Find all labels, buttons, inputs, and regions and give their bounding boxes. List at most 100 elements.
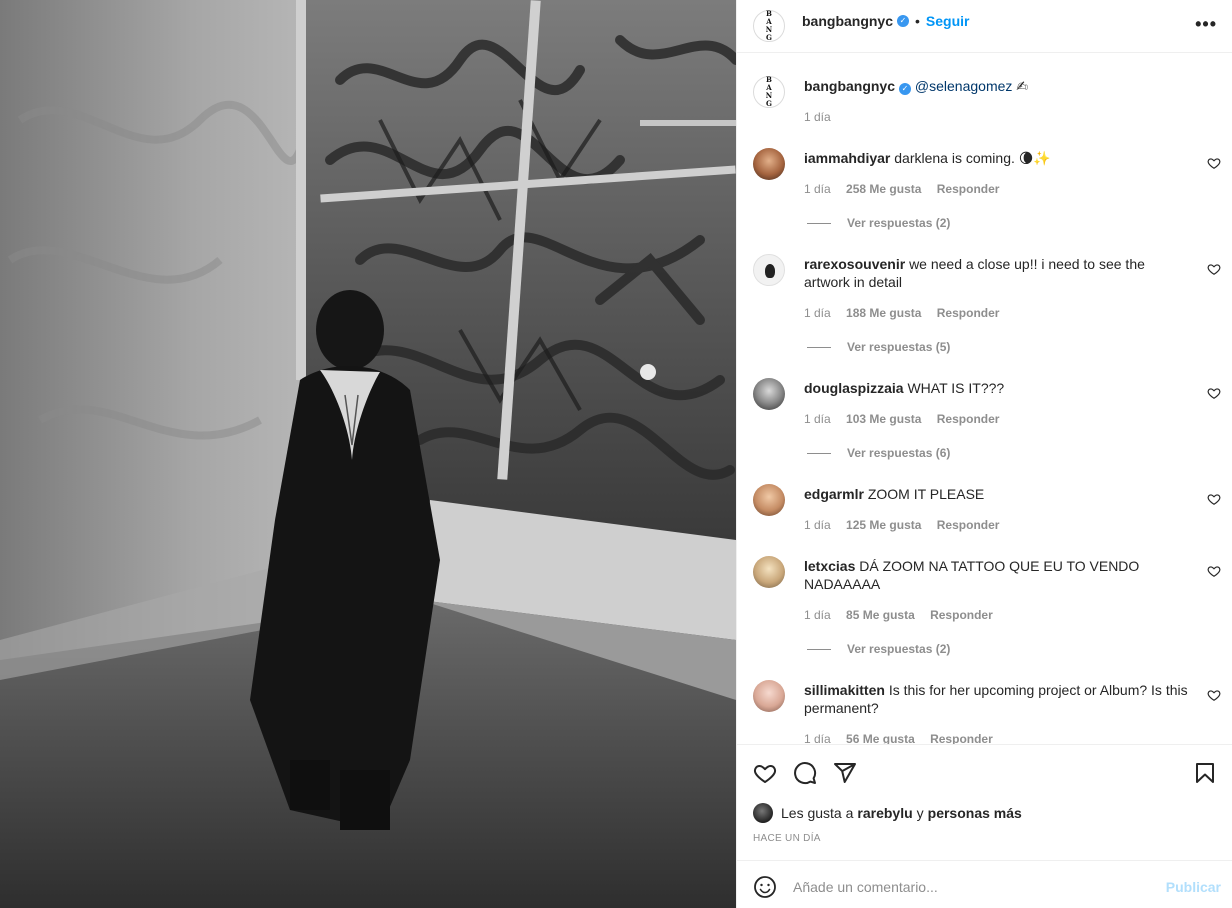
comment-username[interactable]: letxcias — [804, 558, 855, 574]
comment-text: edgarmlr ZOOM IT PLEASE — [804, 485, 1194, 503]
comment-likes-count[interactable]: 188 Me gusta — [846, 306, 921, 320]
reply-button[interactable]: Responder — [937, 518, 1000, 532]
publish-button[interactable]: Publicar — [1166, 879, 1221, 895]
post-details-panel: B A N G bangbangnyc ✓ • Seguir ••• B A N… — [736, 0, 1232, 908]
caption-time: 1 día — [804, 110, 843, 124]
reply-button[interactable]: Responder — [937, 306, 1000, 320]
emoji-icon[interactable] — [753, 875, 777, 899]
view-replies-button[interactable]: Ver respuestas (6) — [807, 446, 950, 460]
caption-avatar[interactable]: B A N G — [753, 76, 785, 108]
reply-button[interactable]: Responder — [937, 412, 1000, 426]
add-comment-bar: Publicar — [737, 860, 1232, 908]
post-header: B A N G bangbangnyc ✓ • Seguir ••• — [737, 0, 1232, 53]
comment-meta: 1 día 125 Me gusta Responder — [804, 518, 1011, 532]
author-username[interactable]: bangbangnyc — [802, 13, 893, 29]
comment-content: DÁ ZOOM NA TATTOO QUE EU TO VENDO NADAAA… — [804, 558, 1140, 592]
post-photo[interactable] — [0, 0, 736, 908]
comment-likes-count[interactable]: 103 Me gusta — [846, 412, 921, 426]
comments-list[interactable]: B A N G bangbangnyc ✓ @selenagomez ✍ 1 dí… — [737, 54, 1232, 744]
comment-content: ZOOM IT PLEASE — [867, 486, 985, 502]
view-replies-button[interactable]: Ver respuestas (2) — [807, 642, 950, 656]
view-replies-label: Ver respuestas (6) — [847, 446, 951, 460]
heart-icon[interactable] — [753, 761, 777, 785]
verified-badge-icon: ✓ — [897, 15, 910, 27]
comment-text: rarexosouvenir we need a close up!! i ne… — [804, 255, 1194, 291]
comment-like-heart-icon[interactable] — [1207, 156, 1221, 170]
reply-button[interactable]: Responder — [930, 608, 993, 622]
comment-username[interactable]: sillimakitten — [804, 682, 885, 698]
comment-content: darklena is coming. 🌘✨ — [894, 150, 1051, 166]
reply-button[interactable]: Responder — [937, 182, 1000, 196]
likes-connector: y — [916, 805, 924, 821]
author-avatar[interactable]: B A N G — [753, 10, 785, 42]
commenter-avatar[interactable] — [753, 148, 785, 180]
caption-time-text: 1 día — [804, 110, 831, 124]
comment-username[interactable]: rarexosouvenir — [804, 256, 905, 272]
post-actions: Les gusta a rarebylu y personas más HACE… — [737, 744, 1232, 860]
commenter-avatar[interactable] — [753, 556, 785, 588]
reply-button[interactable]: Responder — [930, 732, 993, 744]
comment-time: 1 día — [804, 732, 831, 744]
comment-like-heart-icon[interactable] — [1207, 262, 1221, 276]
comment-meta: 1 día 85 Me gusta Responder — [804, 608, 1005, 622]
commenter-avatar[interactable] — [753, 680, 785, 712]
comment-like-heart-icon[interactable] — [1207, 386, 1221, 400]
liker-avatar[interactable] — [753, 803, 773, 823]
replies-divider — [807, 453, 831, 455]
comment-text: letxcias DÁ ZOOM NA TATTOO QUE EU TO VEN… — [804, 557, 1194, 593]
bookmark-icon[interactable] — [1193, 761, 1217, 785]
likes-prefix: Les gusta a — [781, 805, 854, 821]
comment-time: 1 día — [804, 182, 831, 196]
comment-like-heart-icon[interactable] — [1207, 564, 1221, 578]
more-options-icon[interactable]: ••• — [1195, 14, 1217, 35]
view-replies-button[interactable]: Ver respuestas (2) — [807, 216, 950, 230]
caption-mention[interactable]: @selenagomez — [915, 78, 1013, 94]
avatar-logo-text: B A N G — [765, 9, 776, 42]
comment-username[interactable]: iammahdiyar — [804, 150, 890, 166]
comment-meta: 1 día 103 Me gusta Responder — [804, 412, 1011, 426]
likes-others-link[interactable]: personas más — [928, 805, 1022, 821]
avatar-logo-text: B A N G — [765, 75, 776, 108]
avatar-figure — [765, 264, 775, 278]
commenter-avatar[interactable] — [753, 254, 785, 286]
comment-time: 1 día — [804, 306, 831, 320]
view-replies-label: Ver respuestas (2) — [847, 216, 951, 230]
separator-dot: • — [915, 13, 920, 29]
caption-username[interactable]: bangbangnyc — [804, 78, 895, 94]
follow-button[interactable]: Seguir — [926, 13, 970, 29]
replies-divider — [807, 347, 831, 349]
replies-divider — [807, 649, 831, 651]
comment-meta: 1 día 56 Me gusta Responder — [804, 732, 1005, 744]
author-line: bangbangnyc ✓ • Seguir — [802, 13, 970, 29]
commenter-avatar[interactable] — [753, 484, 785, 516]
view-replies-label: Ver respuestas (5) — [847, 340, 951, 354]
comment-content: WHAT IS IT??? — [907, 380, 1005, 396]
comment-icon[interactable] — [793, 761, 817, 785]
comment-likes-count[interactable]: 56 Me gusta — [846, 732, 915, 744]
view-replies-label: Ver respuestas (2) — [847, 642, 951, 656]
comment-like-heart-icon[interactable] — [1207, 492, 1221, 506]
liker-username[interactable]: rarebylu — [857, 805, 912, 821]
comment-text: douglaspizzaia WHAT IS IT??? — [804, 379, 1194, 397]
comment-time: 1 día — [804, 518, 831, 532]
caption-emoji: ✍ — [1016, 78, 1029, 94]
comment-username[interactable]: edgarmlr — [804, 486, 864, 502]
comment-time: 1 día — [804, 608, 831, 622]
comment-username[interactable]: douglaspizzaia — [804, 380, 904, 396]
commenter-avatar[interactable] — [753, 378, 785, 410]
comment-likes-count[interactable]: 85 Me gusta — [846, 608, 915, 622]
comment-text: iammahdiyar darklena is coming. 🌘✨ — [804, 149, 1194, 167]
view-replies-button[interactable]: Ver respuestas (5) — [807, 340, 950, 354]
comment-likes-count[interactable]: 125 Me gusta — [846, 518, 921, 532]
comment-meta: 1 día 188 Me gusta Responder — [804, 306, 1011, 320]
post-timestamp: HACE UN DÍA — [753, 833, 821, 844]
verified-badge-icon: ✓ — [899, 83, 912, 95]
comment-input[interactable] — [793, 873, 1153, 901]
comment-text: sillimakitten Is this for her upcoming p… — [804, 681, 1194, 717]
post-image — [0, 0, 736, 908]
comment-time: 1 día — [804, 412, 831, 426]
share-icon[interactable] — [833, 761, 857, 785]
comment-like-heart-icon[interactable] — [1207, 688, 1221, 702]
replies-divider — [807, 223, 831, 225]
comment-likes-count[interactable]: 258 Me gusta — [846, 182, 921, 196]
